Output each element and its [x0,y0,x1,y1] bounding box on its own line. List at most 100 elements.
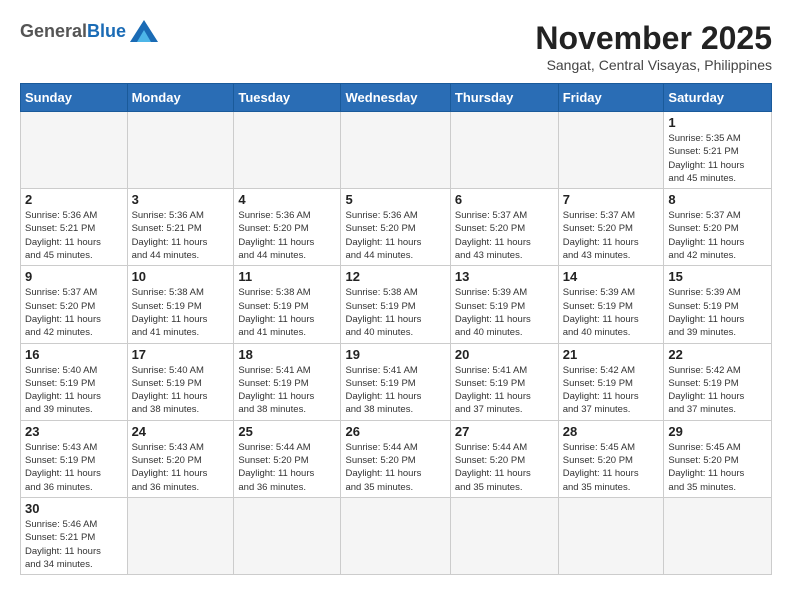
calendar-cell: 10Sunrise: 5:38 AM Sunset: 5:19 PM Dayli… [127,266,234,343]
day-info: Sunrise: 5:41 AM Sunset: 5:19 PM Dayligh… [345,364,445,417]
logo-icon [130,20,158,42]
day-header-sunday: Sunday [21,84,128,112]
calendar-cell: 7 Sunrise: 5:37 AM Sunset: 5:20 PM Daylig… [558,189,664,266]
calendar-cell: 28 Sunrise: 5:45 AM Sunset: 5:20 PM Dayli… [558,420,664,497]
day-header-thursday: Thursday [450,84,558,112]
calendar-cell: 22 Sunrise: 5:42 AM Sunset: 5:19 PM Dayli… [664,343,772,420]
calendar-table: SundayMondayTuesdayWednesdayThursdayFrid… [20,83,772,575]
day-info: Sunrise: 5:45 AM Sunset: 5:20 PM Dayligh… [563,441,660,494]
day-number: 2 [25,192,123,207]
calendar-cell [558,112,664,189]
day-info: Sunrise: 5:46 AM Sunset: 5:21 PM Dayligh… [25,518,123,571]
day-number: 7 [563,192,660,207]
calendar-cell: 29Sunrise: 5:45 AM Sunset: 5:20 PM Dayli… [664,420,772,497]
day-number: 14 [563,269,660,284]
calendar-cell: 16 Sunrise: 5:40 AM Sunset: 5:19 PM Dayli… [21,343,128,420]
day-number: 6 [455,192,554,207]
day-info: Sunrise: 5:40 AM Sunset: 5:19 PM Dayligh… [132,364,230,417]
day-info: Sunrise: 5:39 AM Sunset: 5:19 PM Dayligh… [563,286,660,339]
day-number: 18 [238,347,336,362]
day-header-saturday: Saturday [664,84,772,112]
calendar-cell: 30 Sunrise: 5:46 AM Sunset: 5:21 PM Dayli… [21,497,128,574]
calendar-cell [450,112,558,189]
calendar-cell [234,112,341,189]
day-info: Sunrise: 5:37 AM Sunset: 5:20 PM Dayligh… [25,286,123,339]
day-number: 27 [455,424,554,439]
day-number: 4 [238,192,336,207]
calendar-cell: 15Sunrise: 5:39 AM Sunset: 5:19 PM Dayli… [664,266,772,343]
day-info: Sunrise: 5:43 AM Sunset: 5:20 PM Dayligh… [132,441,230,494]
day-number: 28 [563,424,660,439]
day-number: 19 [345,347,445,362]
calendar-cell: 13Sunrise: 5:39 AM Sunset: 5:19 PM Dayli… [450,266,558,343]
calendar-cell [341,497,450,574]
day-number: 24 [132,424,230,439]
day-number: 9 [25,269,123,284]
calendar-cell: 11 Sunrise: 5:38 AM Sunset: 5:19 PM Dayli… [234,266,341,343]
day-number: 3 [132,192,230,207]
day-info: Sunrise: 5:39 AM Sunset: 5:19 PM Dayligh… [668,286,767,339]
calendar-week-row: 23 Sunrise: 5:43 AM Sunset: 5:19 PM Dayli… [21,420,772,497]
calendar-week-row: 16 Sunrise: 5:40 AM Sunset: 5:19 PM Dayli… [21,343,772,420]
calendar-header-row: SundayMondayTuesdayWednesdayThursdayFrid… [21,84,772,112]
calendar-cell: 1Sunrise: 5:35 AM Sunset: 5:21 PM Daylig… [664,112,772,189]
day-info: Sunrise: 5:42 AM Sunset: 5:19 PM Dayligh… [563,364,660,417]
day-number: 30 [25,501,123,516]
calendar-cell: 5Sunrise: 5:36 AM Sunset: 5:20 PM Daylig… [341,189,450,266]
day-header-monday: Monday [127,84,234,112]
calendar-cell: 12 Sunrise: 5:38 AM Sunset: 5:19 PM Dayli… [341,266,450,343]
month-title: November 2025 [535,20,772,57]
calendar-cell: 6 Sunrise: 5:37 AM Sunset: 5:20 PM Daylig… [450,189,558,266]
day-info: Sunrise: 5:40 AM Sunset: 5:19 PM Dayligh… [25,364,123,417]
calendar-cell: 4 Sunrise: 5:36 AM Sunset: 5:20 PM Daylig… [234,189,341,266]
calendar-cell: 23 Sunrise: 5:43 AM Sunset: 5:19 PM Dayli… [21,420,128,497]
calendar-cell: 17Sunrise: 5:40 AM Sunset: 5:19 PM Dayli… [127,343,234,420]
day-header-tuesday: Tuesday [234,84,341,112]
day-info: Sunrise: 5:41 AM Sunset: 5:19 PM Dayligh… [238,364,336,417]
day-number: 25 [238,424,336,439]
day-info: Sunrise: 5:37 AM Sunset: 5:20 PM Dayligh… [668,209,767,262]
day-info: Sunrise: 5:36 AM Sunset: 5:21 PM Dayligh… [132,209,230,262]
calendar-cell: 24 Sunrise: 5:43 AM Sunset: 5:20 PM Dayli… [127,420,234,497]
day-info: Sunrise: 5:42 AM Sunset: 5:19 PM Dayligh… [668,364,767,417]
day-info: Sunrise: 5:36 AM Sunset: 5:21 PM Dayligh… [25,209,123,262]
calendar-cell: 21 Sunrise: 5:42 AM Sunset: 5:19 PM Dayli… [558,343,664,420]
day-number: 11 [238,269,336,284]
day-number: 21 [563,347,660,362]
day-info: Sunrise: 5:37 AM Sunset: 5:20 PM Dayligh… [455,209,554,262]
day-info: Sunrise: 5:37 AM Sunset: 5:20 PM Dayligh… [563,209,660,262]
day-info: Sunrise: 5:38 AM Sunset: 5:19 PM Dayligh… [345,286,445,339]
day-info: Sunrise: 5:36 AM Sunset: 5:20 PM Dayligh… [238,209,336,262]
day-info: Sunrise: 5:45 AM Sunset: 5:20 PM Dayligh… [668,441,767,494]
day-info: Sunrise: 5:41 AM Sunset: 5:19 PM Dayligh… [455,364,554,417]
calendar-cell [21,112,128,189]
day-number: 5 [345,192,445,207]
calendar-cell [450,497,558,574]
calendar-cell [558,497,664,574]
day-number: 12 [345,269,445,284]
day-number: 16 [25,347,123,362]
calendar-cell: 27Sunrise: 5:44 AM Sunset: 5:20 PM Dayli… [450,420,558,497]
calendar-cell: 2 Sunrise: 5:36 AM Sunset: 5:21 PM Daylig… [21,189,128,266]
calendar-cell [341,112,450,189]
calendar-cell: 14 Sunrise: 5:39 AM Sunset: 5:19 PM Dayli… [558,266,664,343]
logo: General Blue [20,20,158,42]
calendar-cell: 3 Sunrise: 5:36 AM Sunset: 5:21 PM Daylig… [127,189,234,266]
calendar-cell [234,497,341,574]
page-header: General Blue November 2025 Sangat, Centr… [20,20,772,73]
day-number: 1 [668,115,767,130]
day-number: 20 [455,347,554,362]
calendar-cell: 8Sunrise: 5:37 AM Sunset: 5:20 PM Daylig… [664,189,772,266]
calendar-cell: 20 Sunrise: 5:41 AM Sunset: 5:19 PM Dayli… [450,343,558,420]
day-info: Sunrise: 5:43 AM Sunset: 5:19 PM Dayligh… [25,441,123,494]
calendar-week-row: 1Sunrise: 5:35 AM Sunset: 5:21 PM Daylig… [21,112,772,189]
day-info: Sunrise: 5:38 AM Sunset: 5:19 PM Dayligh… [132,286,230,339]
day-info: Sunrise: 5:44 AM Sunset: 5:20 PM Dayligh… [238,441,336,494]
calendar-cell: 9 Sunrise: 5:37 AM Sunset: 5:20 PM Daylig… [21,266,128,343]
day-info: Sunrise: 5:39 AM Sunset: 5:19 PM Dayligh… [455,286,554,339]
calendar-week-row: 9 Sunrise: 5:37 AM Sunset: 5:20 PM Daylig… [21,266,772,343]
day-number: 22 [668,347,767,362]
day-header-friday: Friday [558,84,664,112]
day-info: Sunrise: 5:38 AM Sunset: 5:19 PM Dayligh… [238,286,336,339]
day-number: 23 [25,424,123,439]
